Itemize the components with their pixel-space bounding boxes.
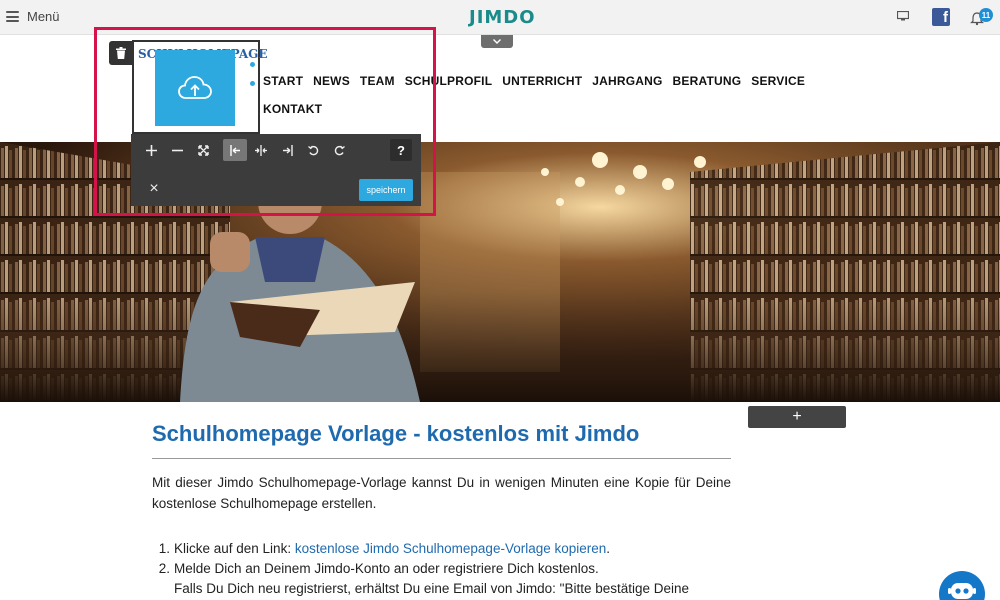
- copy-template-link[interactable]: kostenlose Jimdo Schulhomepage-Vorlage k…: [295, 541, 606, 556]
- nav-item-team[interactable]: TEAM: [360, 74, 395, 88]
- nav-item-news[interactable]: NEWS: [313, 74, 350, 88]
- align-left-button[interactable]: [223, 139, 247, 161]
- trash-icon: [115, 47, 126, 59]
- chat-bot-button[interactable]: [939, 571, 985, 600]
- nav-item-service[interactable]: SERVICE: [751, 74, 805, 88]
- nav-item-start[interactable]: START: [263, 74, 303, 88]
- notifications-button[interactable]: 11: [970, 8, 994, 28]
- step-1-text: Klicke auf den Link: kostenlose Jimdo Sc…: [174, 539, 610, 559]
- align-center-button[interactable]: [249, 139, 273, 161]
- intro-paragraph: Mit dieser Jimdo Schulhomepage-Vorlage k…: [152, 475, 731, 511]
- jimdo-logo: JIMDO: [469, 7, 536, 28]
- nav-item-schulprofil[interactable]: SCHULPROFIL: [405, 74, 493, 88]
- align-center-icon: [255, 144, 267, 156]
- admin-topbar: Menü JIMDO f 11: [0, 0, 1000, 35]
- list-number: 2.: [158, 561, 170, 576]
- logo-upload-area[interactable]: [155, 50, 235, 126]
- help-button[interactable]: ?: [390, 139, 412, 161]
- chevron-down-icon: [493, 39, 501, 44]
- fit-button[interactable]: [191, 139, 215, 161]
- collapse-toggle[interactable]: [481, 35, 513, 48]
- toolbar-actions: × speichern: [131, 174, 421, 206]
- step-2-text: Melde Dich an Deinem Jimdo-Konto an oder…: [174, 561, 599, 576]
- resize-handle[interactable]: [250, 81, 255, 86]
- align-left-icon: [229, 144, 240, 156]
- rotate-left-button[interactable]: [301, 139, 325, 161]
- rotate-right-button[interactable]: [327, 139, 351, 161]
- plus-icon: [145, 144, 157, 156]
- nav-item-kontakt[interactable]: KONTAKT: [263, 102, 322, 116]
- page-title: Schulhomepage Vorlage - kostenlos mit Ji…: [152, 421, 640, 446]
- main-navigation: START NEWS TEAM SCHULPROFIL UNTERRICHT JAHRGA…: [263, 67, 823, 123]
- nav-item-jahrgang[interactable]: JAHRGANG: [592, 74, 662, 88]
- step-1-suffix: .: [606, 541, 611, 556]
- step-2-continuation: Falls Du Dich neu registrierst, erhältst…: [174, 581, 690, 596]
- nav-row: START NEWS TEAM SCHULPROFIL UNTERRICHT JAHRGA…: [263, 67, 823, 95]
- cloud-upload-icon: [178, 76, 212, 99]
- step-1-prefix: Klicke auf den Link:: [174, 541, 295, 556]
- nav-item-beratung[interactable]: BERATUNG: [673, 74, 742, 88]
- add-element-button[interactable]: +: [748, 406, 846, 428]
- list-item: 2. Melde Dich an Deinem Jimdo-Konto an o…: [152, 559, 731, 579]
- align-right-button[interactable]: [275, 139, 299, 161]
- menu-button[interactable]: Menü: [6, 9, 60, 24]
- hamburger-icon: [6, 11, 19, 22]
- minus-icon: [171, 149, 183, 151]
- zoom-in-button[interactable]: [139, 139, 163, 161]
- notification-badge: 11: [979, 8, 993, 22]
- rotate-left-icon: [307, 145, 318, 155]
- steps-list: 1. Klicke auf den Link: kostenlose Jimdo…: [152, 539, 731, 600]
- align-right-icon: [282, 144, 293, 156]
- divider: [152, 458, 731, 459]
- list-item: 1. Klicke auf den Link: kostenlose Jimdo…: [152, 539, 731, 559]
- delete-button[interactable]: [109, 41, 132, 65]
- toolbar-buttons: [131, 134, 421, 166]
- nav-row: KONTAKT: [263, 95, 823, 123]
- robot-icon: [948, 583, 976, 599]
- rotate-right-icon: [334, 145, 345, 155]
- resize-handle[interactable]: [250, 62, 255, 67]
- monitor-icon[interactable]: [897, 11, 909, 21]
- logo-editor-toolbar: ? × speichern: [131, 134, 421, 206]
- nav-item-unterricht[interactable]: UNTERRICHT: [502, 74, 582, 88]
- expand-icon: [197, 144, 209, 156]
- facebook-icon[interactable]: f: [932, 8, 950, 26]
- close-button[interactable]: ×: [146, 181, 162, 197]
- zoom-out-button[interactable]: [165, 139, 189, 161]
- save-button[interactable]: speichern: [359, 179, 413, 201]
- list-number: 1.: [158, 541, 170, 556]
- menu-label: Menü: [27, 9, 60, 24]
